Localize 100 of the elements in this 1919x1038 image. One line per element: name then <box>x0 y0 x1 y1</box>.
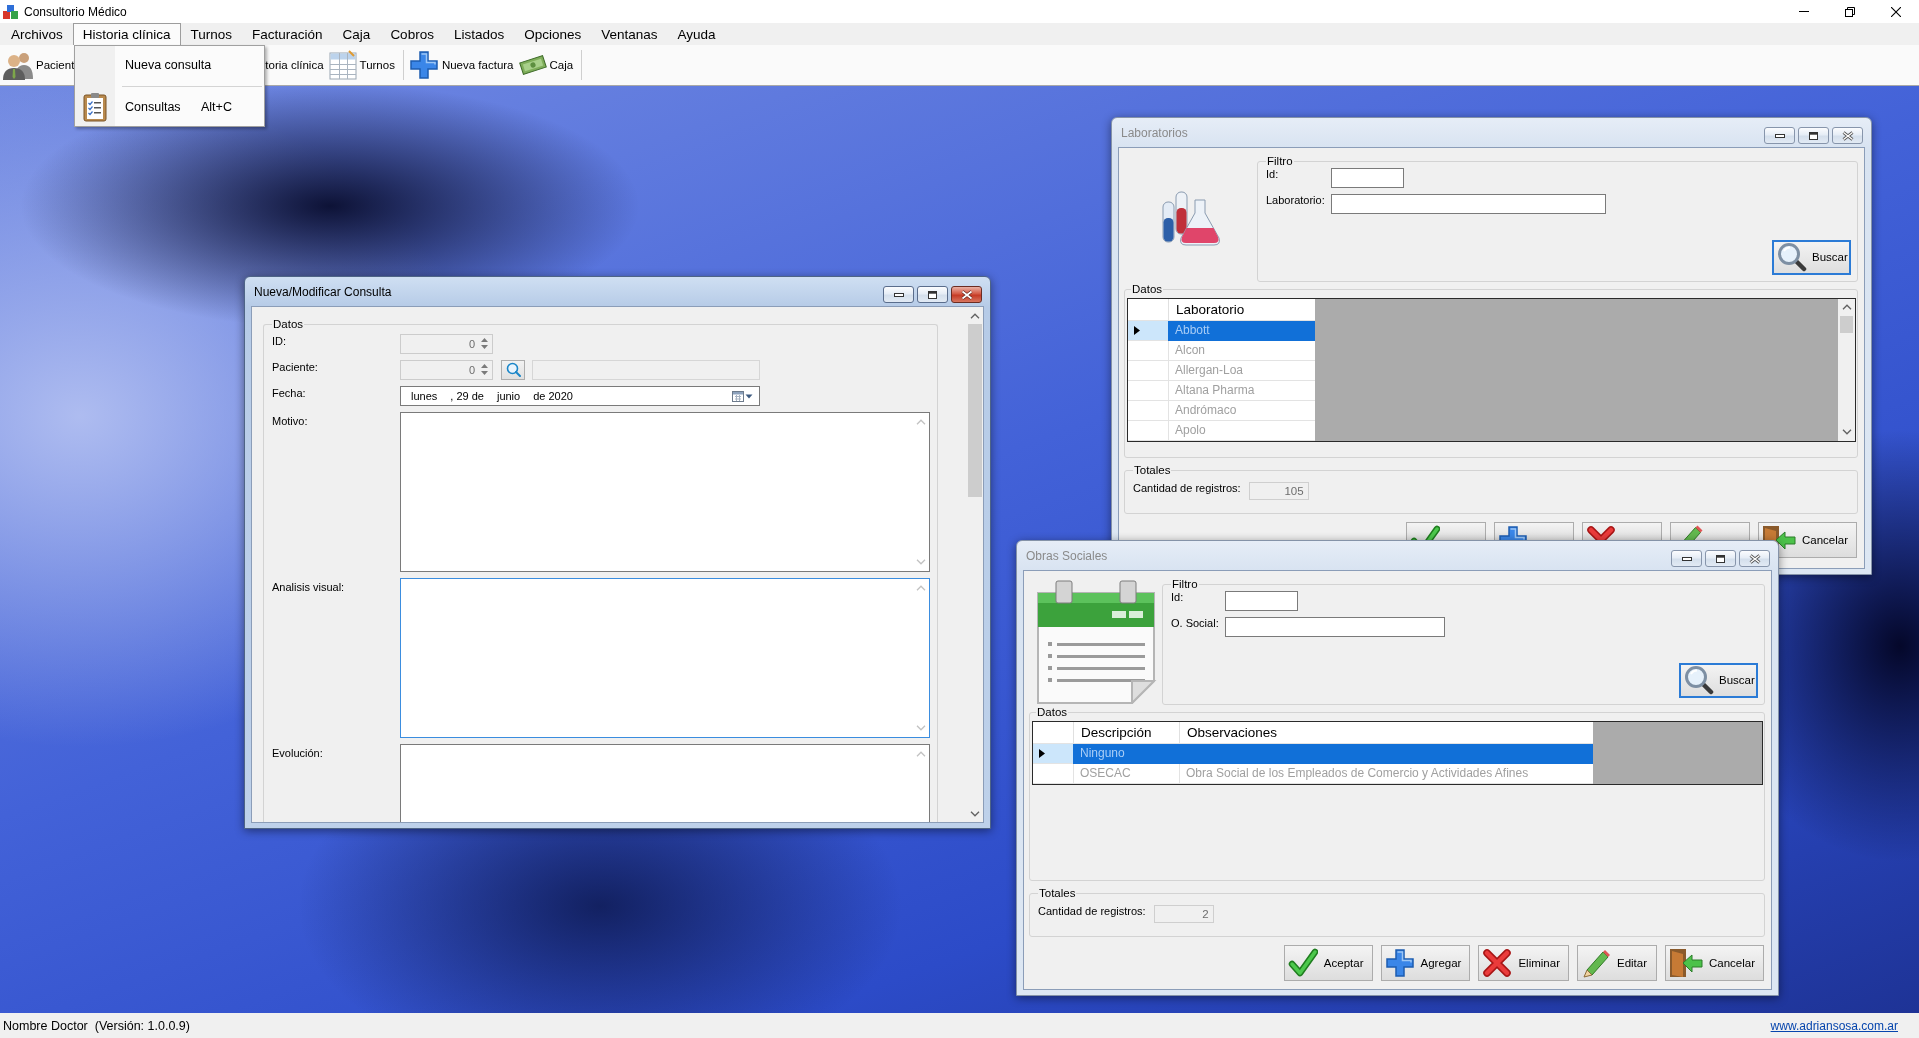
chevron-up-icon <box>915 418 926 425</box>
maximize-button[interactable] <box>917 286 948 303</box>
scrollbar-track[interactable] <box>1838 298 1855 441</box>
chevron-down-icon[interactable] <box>969 810 980 817</box>
accept-button[interactable] <box>1405 521 1486 541</box>
row-header[interactable] <box>1033 743 1073 764</box>
field-label: Id: <box>1171 590 1184 603</box>
app-icon <box>3 4 18 19</box>
close-icon <box>1891 6 1901 17</box>
chevron-down-icon <box>915 558 926 565</box>
website-link[interactable]: www.adriansosa.com.ar <box>1770 1018 1898 1033</box>
clipboard-icon <box>83 92 107 122</box>
search-icon <box>505 362 521 377</box>
row-header[interactable] <box>1128 320 1168 341</box>
maximize-icon <box>928 290 937 299</box>
row-pointer-icon <box>1039 748 1045 758</box>
window-title: Nueva/Modificar Consulta <box>253 283 392 299</box>
column-header[interactable]: Observaciones <box>1179 721 1593 744</box>
field-label: Laboratorio: <box>1266 193 1325 206</box>
chevron-down-icon <box>915 724 926 731</box>
search-button[interactable]: Buscar <box>1679 662 1758 698</box>
text-field[interactable] <box>1330 193 1606 214</box>
edit-button[interactable] <box>1669 521 1750 541</box>
scrollbar-thumb[interactable] <box>968 324 982 497</box>
cancel-button[interactable]: Cancelar <box>1664 944 1764 981</box>
scrollbar-thumb[interactable] <box>1840 315 1853 333</box>
field-label: Cantidad de registros: <box>1038 904 1146 917</box>
date-picker[interactable]: lunes , 29 de junio de 2020 <box>400 385 760 406</box>
window-title: Consultorio Médico <box>24 4 127 19</box>
minimize-button[interactable] <box>1671 550 1702 567</box>
group-title: Filtro <box>1266 154 1294 168</box>
menu-item[interactable]: Turnos <box>180 23 243 45</box>
table-cell: OSECAC <box>1073 763 1179 784</box>
toolbar-button[interactable]: Caja <box>517 47 578 83</box>
add-button[interactable] <box>1493 521 1574 541</box>
maximize-icon <box>1716 554 1725 563</box>
delete-button[interactable] <box>1581 521 1662 541</box>
delete-button[interactable]: Eliminar <box>1478 944 1569 981</box>
menu-item[interactable]: Archivos <box>1 23 73 45</box>
text-field[interactable] <box>1330 167 1404 188</box>
text-field[interactable] <box>1224 616 1445 637</box>
field-label: Paciente: <box>272 359 318 373</box>
table-cell: Obra Social de los Empleados de Comercio y Actividades Afines <box>1179 763 1593 784</box>
pencil-icon <box>1683 524 1703 540</box>
minimize-button[interactable] <box>1764 127 1795 144</box>
menu-item[interactable]: Opciones <box>514 23 592 45</box>
field-label: Id: <box>1266 167 1279 180</box>
table-cell: Ninguno <box>1073 743 1179 764</box>
cancel-button[interactable]: Cancelar <box>1757 521 1857 558</box>
add-button[interactable]: Agregar <box>1380 944 1471 981</box>
search-button[interactable] <box>501 359 525 380</box>
plus-icon <box>408 50 439 80</box>
row-pointer-icon <box>1134 325 1140 335</box>
close-button[interactable] <box>1832 127 1863 144</box>
text-field[interactable] <box>1224 590 1298 611</box>
close-button[interactable] <box>1739 550 1770 567</box>
accept-button[interactable]: Aceptar <box>1283 944 1373 981</box>
chevron-down-icon[interactable] <box>1841 429 1852 435</box>
shortcut-text: Alt+C <box>201 100 232 114</box>
close-icon <box>1748 553 1761 564</box>
group-title: Datos <box>1036 705 1069 719</box>
search-icon <box>1777 242 1807 272</box>
people-icon <box>3 50 33 80</box>
menu-item[interactable]: Facturación <box>242 23 333 45</box>
minimize-icon <box>1681 556 1692 561</box>
menu-item[interactable]: Cobros <box>380 23 444 45</box>
toolbar-button[interactable]: Nueva factura <box>407 47 518 83</box>
cross-icon <box>1585 524 1616 541</box>
maximize-button[interactable] <box>1705 550 1736 567</box>
column-header[interactable]: Laboratorio <box>1168 298 1315 321</box>
search-button[interactable]: Buscar <box>1772 239 1851 275</box>
field-label: Motivo: <box>272 413 308 427</box>
chevron-up-icon <box>915 750 926 757</box>
menu-item[interactable]: Ayuda <box>667 23 726 45</box>
menu-item[interactable]: Nueva consulta <box>75 46 264 84</box>
maximize-button[interactable] <box>1798 127 1829 144</box>
exit-door-icon <box>1668 947 1703 978</box>
table-cell: Apolo <box>1168 420 1315 441</box>
menu-item[interactable]: Caja <box>332 23 381 45</box>
menu-item[interactable]: Historia clínica <box>72 23 181 45</box>
count-field: 2 <box>1153 904 1214 923</box>
close-button[interactable] <box>951 286 982 303</box>
toolbar-button[interactable]: Turnos <box>327 47 399 83</box>
menu-item[interactable]: Ventanas <box>591 23 668 45</box>
menu-item[interactable]: Listados <box>443 23 515 45</box>
chevron-up-icon[interactable] <box>969 312 980 319</box>
table-cell: Allergan-Loa <box>1168 360 1315 381</box>
chevron-up-icon <box>915 584 926 591</box>
plus-icon <box>1384 947 1415 978</box>
chevron-up-icon[interactable] <box>1841 304 1852 310</box>
status-text: (Versión: 1.0.0.9) <box>94 1018 190 1033</box>
field-label: ID: <box>272 333 287 347</box>
restore-icon <box>1845 6 1855 17</box>
toolbar-button[interactable]: toria clínica <box>264 47 328 83</box>
menu-item[interactable]: Consultas Alt+C <box>75 88 264 126</box>
minimize-button[interactable] <box>883 286 914 303</box>
edit-button[interactable]: Editar <box>1576 944 1657 981</box>
field-label: Analisis visual: <box>272 579 345 593</box>
column-header[interactable]: Descripción <box>1073 721 1179 744</box>
search-icon <box>1684 665 1714 695</box>
